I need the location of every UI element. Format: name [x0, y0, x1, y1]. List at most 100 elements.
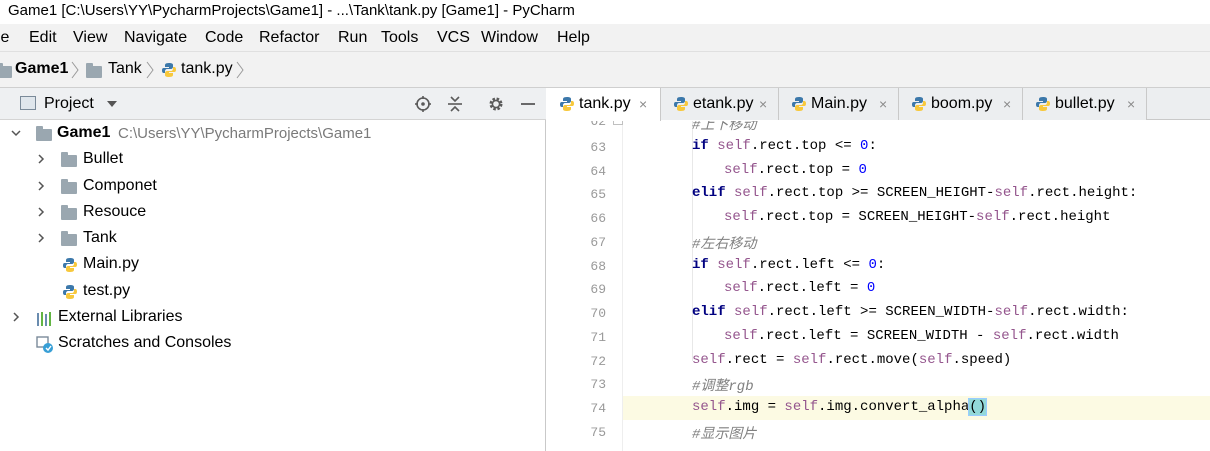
- collapse-all-icon[interactable]: [446, 95, 464, 113]
- menu-edit[interactable]: Edit: [29, 29, 57, 47]
- minimize-icon[interactable]: [519, 95, 537, 113]
- project-panel-title[interactable]: Project: [44, 95, 94, 113]
- code-line: #显示图片: [623, 420, 1210, 444]
- menu-run[interactable]: Run: [338, 29, 367, 47]
- menu-vcs[interactable]: VCS: [437, 29, 470, 47]
- tree-row-scratches[interactable]: Scratches and Consoles: [0, 331, 546, 357]
- tab-main-py[interactable]: Main.py ×: [779, 88, 899, 120]
- code-area[interactable]: 62 63 64 65 66 67 68 69 70 71 72 73 74 7…: [547, 121, 1210, 451]
- breadcrumb-folder[interactable]: Tank: [108, 60, 142, 78]
- project-panel-header: Project: [0, 88, 546, 120]
- tree-file-label: test.py: [83, 282, 131, 299]
- tree-row-folder[interactable]: Resouce: [0, 200, 546, 226]
- menu-bar: le Edit View Navigate Code Refactor Run …: [0, 24, 1210, 52]
- line-number: 74: [590, 401, 606, 416]
- close-icon[interactable]: ×: [879, 96, 887, 112]
- tree-root-path: C:\Users\YY\PycharmProjects\Game1: [118, 125, 372, 142]
- python-file-icon: [162, 63, 176, 77]
- line-number: 72: [590, 354, 606, 369]
- code-line: #调整rgb: [623, 372, 1210, 396]
- code-text: .rect.left >= SCREEN_WIDTH-: [767, 304, 995, 320]
- menu-file[interactable]: le: [0, 29, 9, 47]
- menu-tools[interactable]: Tools: [381, 29, 418, 47]
- tab-boom-py[interactable]: boom.py ×: [899, 88, 1023, 120]
- code-self: self: [724, 328, 758, 344]
- chevron-right-icon[interactable]: [36, 181, 46, 191]
- window-title: Game1 [C:\Users\YY\PycharmProjects\Game1…: [8, 2, 575, 19]
- project-view-icon: [20, 96, 36, 110]
- code-text: .rect.move(: [826, 352, 919, 368]
- tree-row-folder[interactable]: Bullet: [0, 147, 546, 173]
- close-icon[interactable]: ×: [1003, 96, 1011, 112]
- menu-help[interactable]: Help: [557, 29, 590, 47]
- line-number: 70: [590, 306, 606, 321]
- tree-row-file[interactable]: test.py: [0, 279, 546, 305]
- tree-folder-label: Tank: [83, 229, 117, 246]
- project-tool-window: Project Game1 C:\Users\YY\PycharmProject…: [0, 88, 546, 451]
- project-folder-icon: [0, 63, 12, 78]
- tree-row-folder[interactable]: Tank: [0, 226, 546, 252]
- code-self: self: [717, 138, 751, 154]
- tab-label: Main.py: [811, 95, 868, 112]
- chevron-right-icon[interactable]: [11, 312, 21, 322]
- tree-row-external-libraries[interactable]: External Libraries: [0, 305, 546, 331]
- tree-row-file[interactable]: Main.py: [0, 252, 546, 278]
- menu-code[interactable]: Code: [205, 29, 243, 47]
- folder-icon: [61, 231, 77, 246]
- code-comment: #显示图片: [692, 427, 757, 443]
- menu-refactor[interactable]: Refactor: [259, 29, 319, 47]
- code-self: self: [976, 209, 1010, 225]
- chevron-down-icon[interactable]: [11, 128, 21, 138]
- breadcrumb-separator-icon: [236, 61, 244, 79]
- chevron-down-icon[interactable]: [107, 101, 117, 107]
- tab-tank-py[interactable]: tank.py ×: [547, 88, 661, 121]
- gear-icon[interactable]: [487, 95, 505, 113]
- code-line: self.rect.top = SCREEN_HEIGHT-self.rect.…: [623, 206, 1210, 230]
- folder-icon: [86, 63, 102, 78]
- breadcrumb-project[interactable]: Game1: [15, 60, 68, 78]
- line-number: 68: [590, 259, 606, 274]
- code-text: .rect.top <=: [750, 138, 861, 154]
- tab-bullet-py[interactable]: bullet.py ×: [1023, 88, 1147, 120]
- fold-marker-icon[interactable]: [613, 121, 623, 125]
- folder-icon: [36, 126, 52, 141]
- code-text: .rect =: [725, 352, 793, 368]
- code-keyword: elif: [692, 185, 726, 201]
- code-text: .img.convert_alpha: [818, 399, 970, 415]
- line-number: 67: [590, 235, 606, 250]
- chevron-right-icon[interactable]: [36, 233, 46, 243]
- code-line: self.rect.left = 0: [623, 277, 1210, 301]
- tree-row-root[interactable]: Game1 C:\Users\YY\PycharmProjects\Game1: [0, 121, 546, 147]
- code-line: #左右移动: [623, 230, 1210, 254]
- code-self: self: [918, 352, 953, 368]
- navigation-bar: Game1 Tank tank.py: [0, 52, 1210, 88]
- close-icon[interactable]: ×: [639, 96, 647, 112]
- tree-folder-label: Bullet: [83, 150, 124, 167]
- tab-label: etank.py: [693, 95, 754, 112]
- code-text: .rect.top >= SCREEN_HEIGHT-: [767, 185, 995, 201]
- code-text: :: [876, 257, 886, 273]
- close-icon[interactable]: ×: [759, 96, 767, 112]
- line-number: 63: [590, 140, 606, 155]
- menu-navigate[interactable]: Navigate: [124, 29, 187, 47]
- menu-window[interactable]: Window: [481, 29, 538, 47]
- code-comment: #左右移动: [692, 237, 757, 253]
- locate-icon[interactable]: [414, 95, 432, 113]
- code-self: self: [717, 257, 751, 273]
- code-comment: #调整rgb: [692, 379, 754, 395]
- editor: tank.py × etank.py × Main.py × boom.py ×…: [547, 88, 1210, 451]
- code-text: :: [868, 138, 877, 154]
- chevron-right-icon[interactable]: [36, 154, 46, 164]
- menu-view[interactable]: View: [73, 29, 107, 47]
- close-icon[interactable]: ×: [1127, 96, 1135, 112]
- chevron-right-icon[interactable]: [36, 207, 46, 217]
- code-keyword: if: [692, 138, 709, 154]
- code-line: elif self.rect.left >= SCREEN_WIDTH-self…: [623, 301, 1210, 325]
- breadcrumb-file[interactable]: tank.py: [181, 60, 233, 78]
- code-text: .img =: [725, 399, 785, 415]
- code-line: if self.rect.top <= 0:: [623, 135, 1210, 159]
- tab-etank-py[interactable]: etank.py ×: [661, 88, 779, 120]
- code-line: self.rect = self.rect.move(self.speed): [623, 349, 1210, 373]
- tree-external-libraries-label: External Libraries: [58, 308, 183, 325]
- tree-row-folder[interactable]: Componet: [0, 174, 546, 200]
